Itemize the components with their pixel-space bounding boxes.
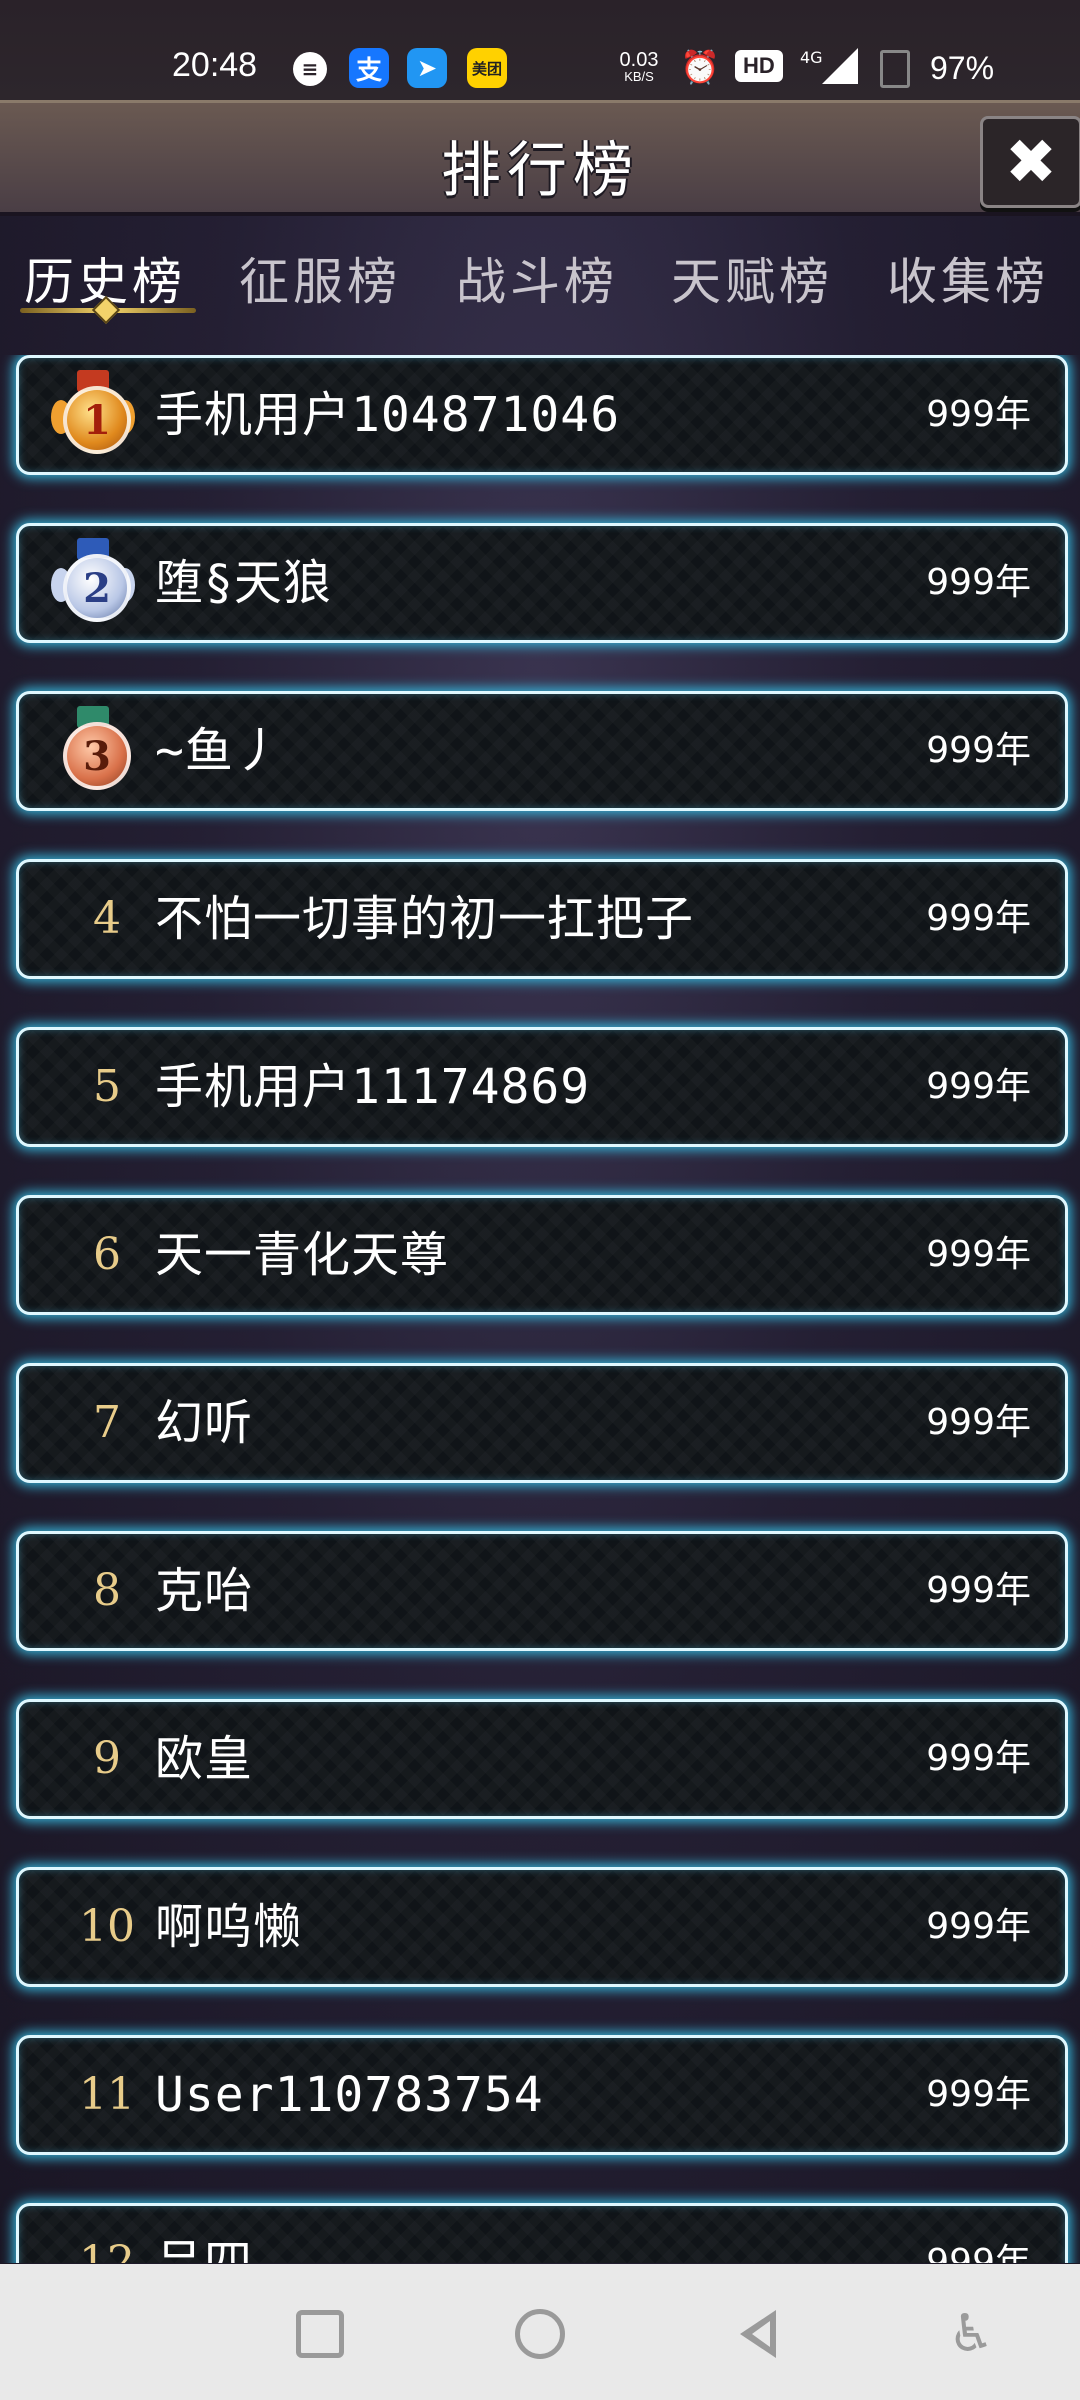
player-name: 啊呜懒 [155,1899,303,1955]
no-sim-icon [880,50,910,88]
player-name: 手机用户11174869 [155,1059,591,1115]
leaderboard-row[interactable]: 4 不怕一切事的初一扛把子 999年 [16,859,1068,979]
tab-bar: 历史榜 征服榜 战斗榜 天赋榜 收集榜 [0,230,1080,330]
player-name: 天一青化天尊 [155,1227,450,1283]
close-button[interactable]: ✖ [980,116,1080,208]
signal-icon [822,48,858,84]
player-name: ~鱼丿 [155,723,283,779]
back-icon[interactable] [730,2304,790,2364]
network-speed-value: 0.03 [619,49,659,71]
tab-battle[interactable]: 战斗榜 [437,242,637,314]
leaderboard-row[interactable]: 12 吕四 999年 [16,2203,1068,2263]
status-time: 20:48 [172,46,258,84]
player-score: 999年 [926,1402,1031,1443]
network-speed-unit: KB/S [624,69,654,84]
player-score: 999年 [926,1066,1031,1107]
player-name: 欧皇 [155,1731,254,1787]
rank-number: 6 [93,1229,121,1280]
leaderboard-row[interactable]: 7 幻听 999年 [16,1363,1068,1483]
rank-number: 5 [93,1061,121,1112]
leaderboard-row[interactable]: 11 User110783754 999年 [16,2035,1068,2155]
rank-number: 7 [93,1397,121,1448]
leaderboard-row[interactable]: 2 堕§天狼 999年 [16,523,1068,643]
system-nav-bar: ♿ [0,2264,1080,2400]
tab-conquest[interactable]: 征服榜 [220,242,420,314]
rank-number: 9 [93,1733,121,1784]
alipay-icon: 支 [349,48,389,88]
leaderboard-row[interactable]: 9 欧皇 999年 [16,1699,1068,1819]
battery-level: 97% [930,50,995,86]
rank-number: 10 [79,1901,135,1952]
player-score: 999年 [926,1234,1031,1275]
gold-medal-icon: 1 [51,370,135,462]
player-name: 克咍 [155,1563,254,1619]
player-score: 999年 [926,898,1031,939]
player-score: 999年 [926,1906,1031,1947]
leaderboard-row[interactable]: 1 手机用户104871046 999年 [16,355,1068,475]
silver-medal-icon: 2 [51,538,135,630]
meituan-icon: 美团 [467,48,507,88]
leaderboard-row[interactable]: 5 手机用户11174869 999年 [16,1027,1068,1147]
leaderboard-row[interactable]: 3 ~鱼丿 999年 [16,691,1068,811]
player-name: User110783754 [155,2067,544,2123]
leaderboard-list[interactable]: 1 手机用户104871046 999年 2 堕§天狼 999年 3 ~鱼丿 9… [0,355,1080,2263]
player-score: 999年 [926,2242,1031,2263]
player-name: 手机用户104871046 [155,387,621,443]
header-bar: 排行榜 [0,100,1080,216]
hd-icon: HD [735,50,783,82]
bronze-medal-icon: 3 [51,706,135,798]
player-name: 吕四 [155,2235,254,2263]
rank-number: 4 [93,893,121,944]
close-icon: ✖ [1005,125,1057,198]
player-name: 堕§天狼 [155,555,332,611]
network-speed: 0.03 KB/S [612,50,666,84]
rank-number: 8 [93,1565,121,1616]
player-score: 999年 [926,1738,1031,1779]
tab-collection[interactable]: 收集榜 [868,242,1068,314]
player-score: 999年 [926,1570,1031,1611]
alarm-icon: ⏰ [680,48,720,86]
send-icon: ➤ [407,48,447,88]
home-icon[interactable] [510,2304,570,2364]
leaderboard-row[interactable]: 8 克咍 999年 [16,1531,1068,1651]
message-icon: ≡ [293,52,327,86]
rank-number: 3 [63,722,131,790]
status-bar: 20:48 ≡ 支 ➤ 美团 0.03 KB/S ⏰ HD 4G 97% [0,0,1080,100]
player-score: 999年 [926,2074,1031,2115]
leaderboard-row[interactable]: 10 啊呜懒 999年 [16,1867,1068,1987]
player-score: 999年 [926,562,1031,603]
player-score: 999年 [926,394,1031,435]
rank-number: 12 [79,2237,135,2263]
rank-number: 1 [63,386,131,454]
accessibility-icon[interactable]: ♿ [948,2304,1008,2364]
rank-number: 11 [79,2069,135,2120]
tab-talent[interactable]: 天赋榜 [652,242,852,314]
page-title: 排行榜 [441,136,639,206]
player-name: 不怕一切事的初一扛把子 [155,891,695,947]
player-name: 幻听 [155,1395,254,1451]
recents-icon[interactable] [290,2304,350,2364]
player-score: 999年 [926,730,1031,771]
network-type-label: 4G [800,48,823,67]
leaderboard-row[interactable]: 6 天一青化天尊 999年 [16,1195,1068,1315]
rank-number: 2 [63,554,131,622]
